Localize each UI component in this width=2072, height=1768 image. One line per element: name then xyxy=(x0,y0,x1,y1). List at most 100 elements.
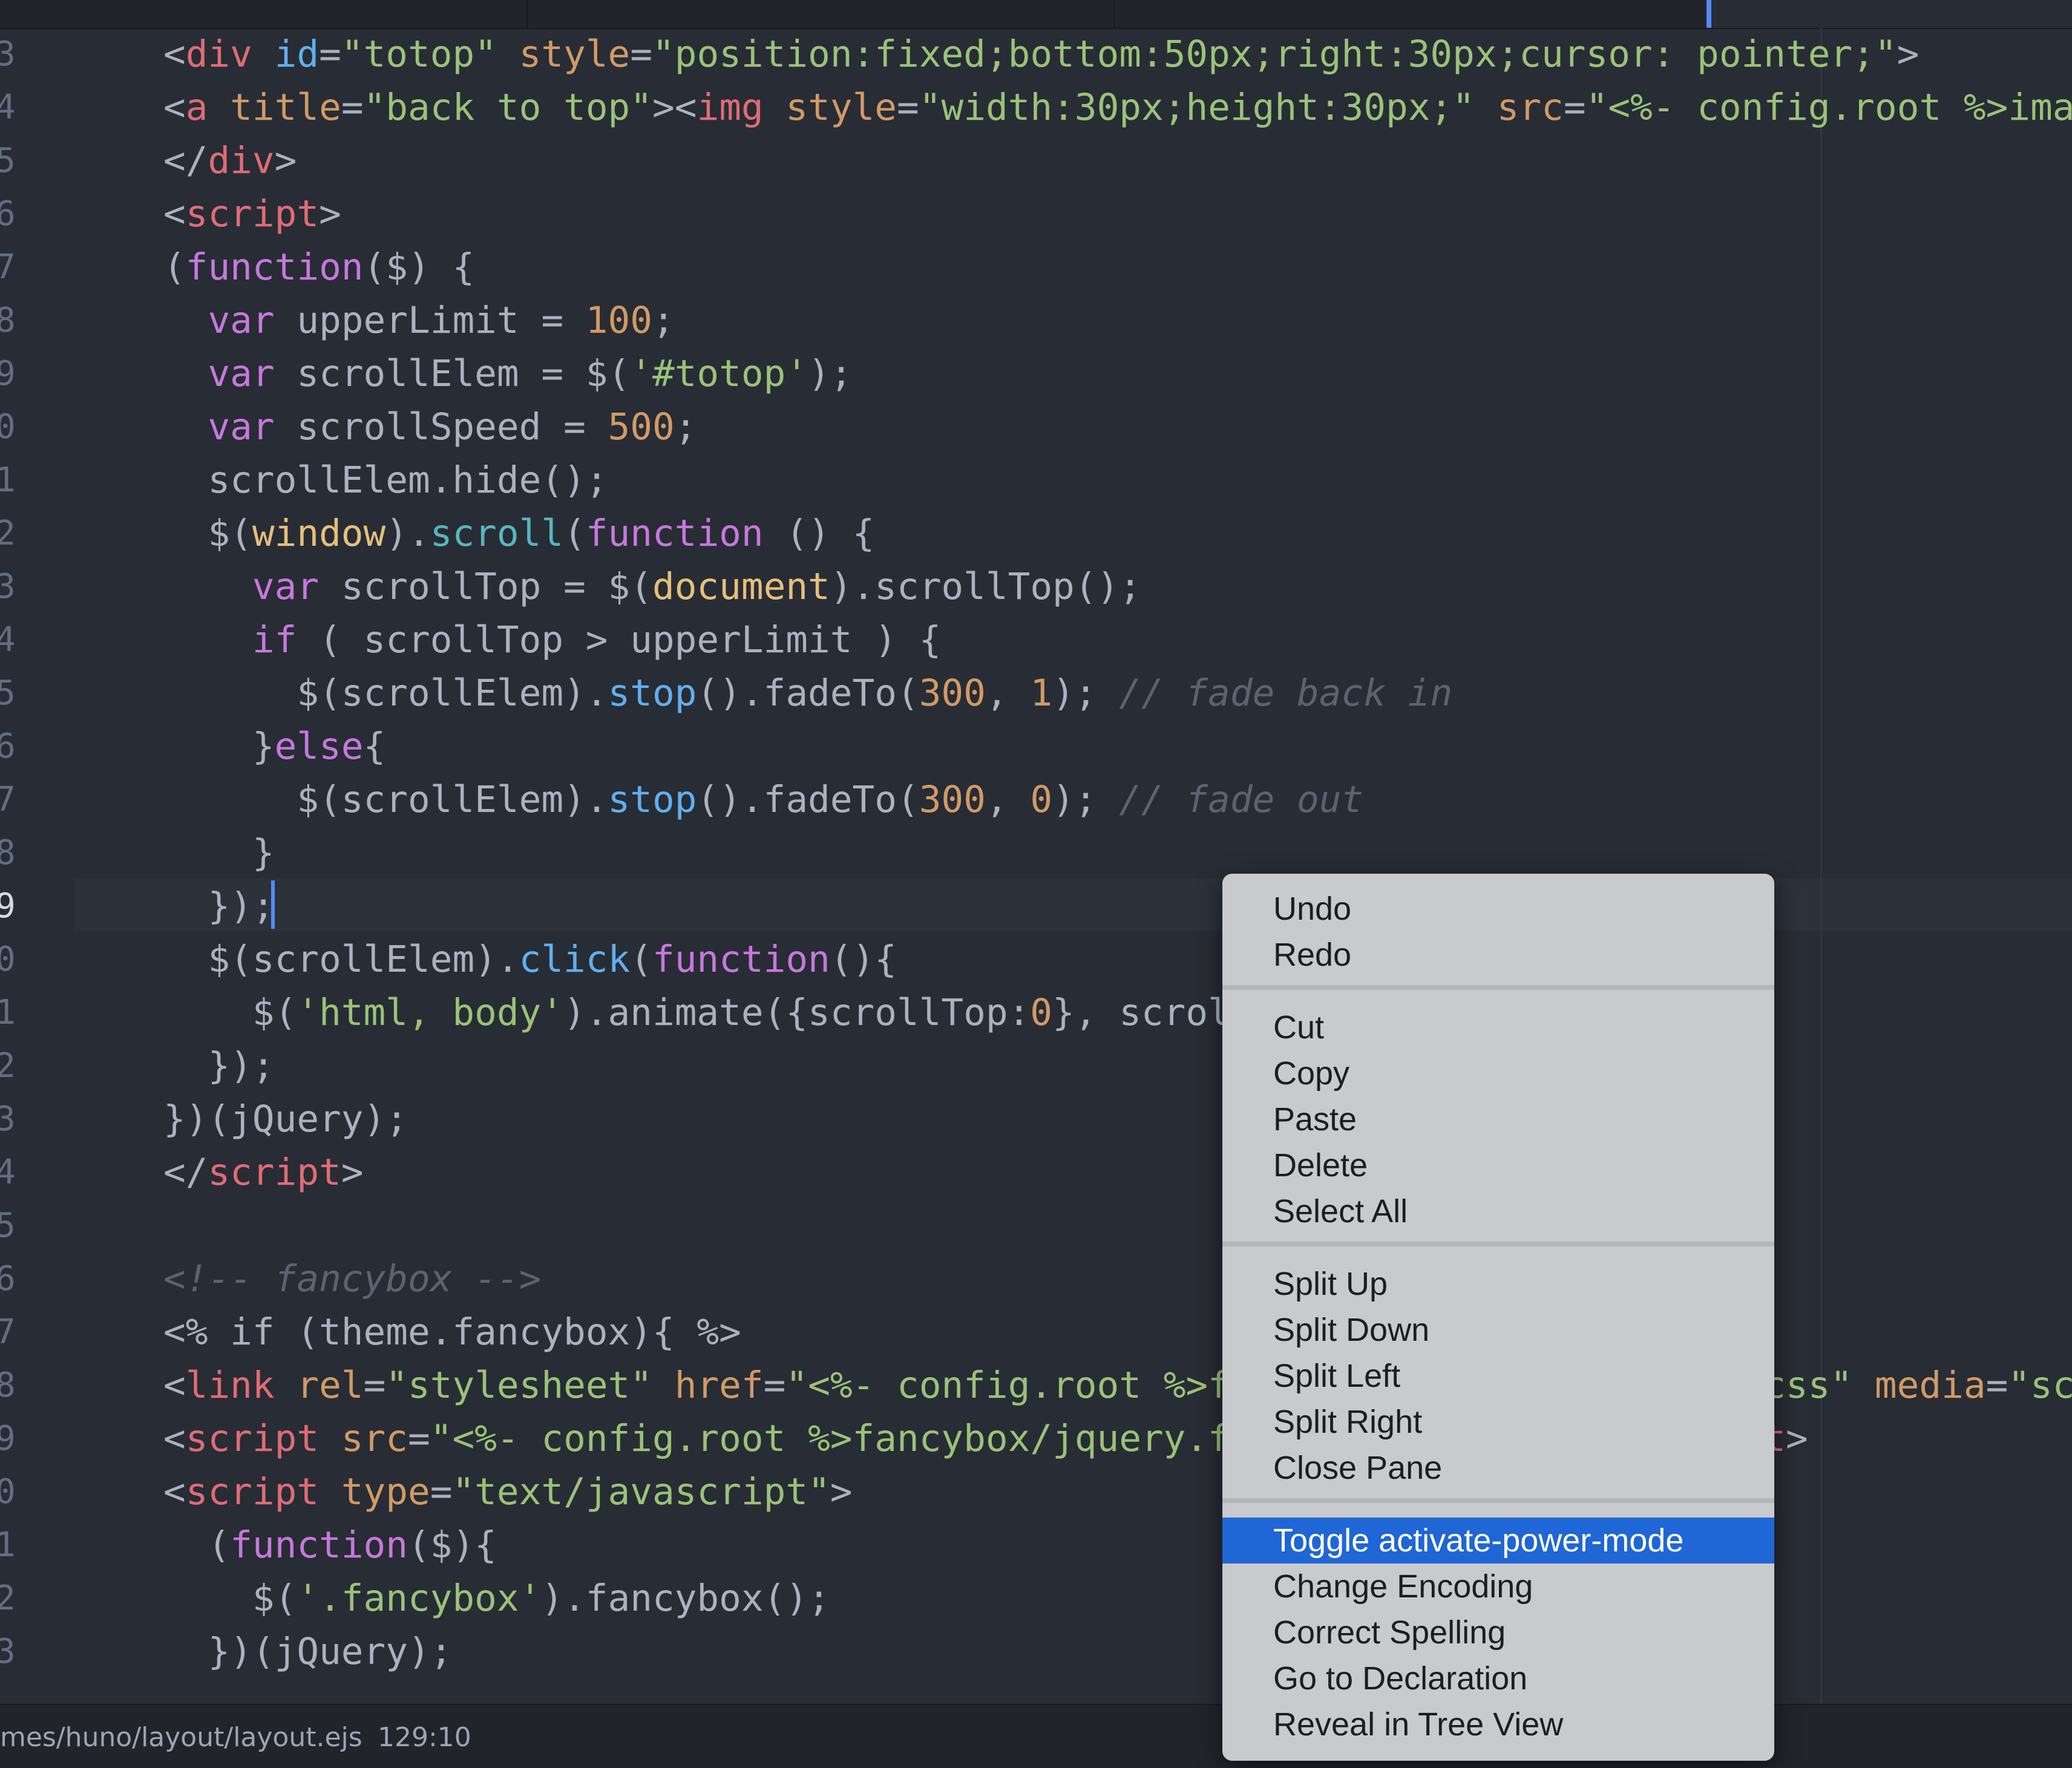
code-line[interactable]: var scrollTop = $(document).scrollTop(); xyxy=(163,560,1141,614)
code-token: ). xyxy=(385,512,430,555)
code-line[interactable]: $(scrollElem).click(function(){ xyxy=(163,933,897,986)
code-line[interactable]: })(jQuery); xyxy=(163,1625,452,1678)
file-path[interactable]: mes/huno/layout/layout.ejs xyxy=(0,1722,362,1753)
menu-item-close-pane[interactable]: Close Pane xyxy=(1222,1445,1774,1491)
code-line[interactable]: } xyxy=(163,827,275,880)
menu-item-cut[interactable]: Cut xyxy=(1222,1004,1774,1050)
code-token: div xyxy=(208,139,275,182)
line-number: 3 xyxy=(0,1632,16,1671)
code-line[interactable]: var scrollElem = $('#totop'); xyxy=(163,347,852,401)
code-token: </ xyxy=(163,1151,208,1194)
line-number: 5 xyxy=(0,1206,16,1245)
code-token: $( xyxy=(163,512,252,555)
menu-item-paste[interactable]: Paste xyxy=(1222,1096,1774,1142)
tab-2[interactable] xyxy=(526,0,1115,28)
line-number: 1 xyxy=(0,460,16,500)
code-token: <!-- fancybox --> xyxy=(163,1257,542,1300)
code-token: ($) { xyxy=(363,246,475,289)
code-token: src xyxy=(1497,86,1564,129)
menu-item-toggle-activate-power-mode[interactable]: Toggle activate-power-mode xyxy=(1222,1518,1774,1563)
code-line[interactable]: $(window).scroll(function () { xyxy=(163,507,874,560)
code-token: }); xyxy=(163,1044,275,1087)
code-line[interactable]: var upperLimit = 100; xyxy=(163,294,674,347)
code-token: >< xyxy=(652,86,697,129)
code-line[interactable]: <!-- fancybox --> xyxy=(163,1252,541,1306)
code-line[interactable]: $('html, body').animate({scrollTop:0}, s… xyxy=(163,986,1253,1040)
code-token: "position:fixed;bottom:50px;right:30px;c… xyxy=(652,33,1897,76)
code-line[interactable]: }); xyxy=(163,1040,275,1093)
code-token: ).animate({scrollTop: xyxy=(563,991,1031,1034)
code-token: style xyxy=(785,86,897,129)
line-number: 0 xyxy=(0,1472,16,1511)
code-token: href xyxy=(674,1364,764,1407)
code-token: title xyxy=(230,86,341,129)
code-token: "back to top" xyxy=(363,86,653,129)
line-number: 4 xyxy=(0,1153,16,1192)
code-token: = xyxy=(363,1364,386,1407)
code-token: div xyxy=(185,33,252,76)
code-token: < xyxy=(163,1470,186,1513)
code-token: upperLimit = xyxy=(274,299,586,342)
code-token: ); xyxy=(1052,672,1120,715)
menu-item-split-up[interactable]: Split Up xyxy=(1222,1261,1774,1307)
code-token: , xyxy=(985,672,1031,715)
text-cursor xyxy=(271,880,275,929)
code-line[interactable]: <link rel="stylesheet" href="<%- config.… xyxy=(163,1359,2072,1412)
code-token: = xyxy=(763,1364,786,1407)
code-token: stop xyxy=(608,672,697,715)
line-number: 4 xyxy=(0,88,16,127)
menu-item-reveal-in-tree-view[interactable]: Reveal in Tree View xyxy=(1222,1701,1774,1747)
code-line[interactable]: (function($) { xyxy=(163,241,474,294)
code-token: > xyxy=(341,1151,364,1194)
code-line[interactable]: })(jQuery); xyxy=(163,1093,408,1146)
line-number: 2 xyxy=(0,514,16,553)
code-line[interactable]: $(scrollElem).stop().fadeTo(300, 1); // … xyxy=(163,667,1452,720)
tab-active[interactable] xyxy=(1706,0,2072,28)
code-line[interactable]: <a title="back to top"><img style="width… xyxy=(163,81,2072,134)
code-token: = xyxy=(630,33,653,76)
menu-item-split-down[interactable]: Split Down xyxy=(1222,1307,1774,1353)
code-line[interactable]: if ( scrollTop > upperLimit ) { xyxy=(163,614,941,667)
menu-item-correct-spelling[interactable]: Correct Spelling xyxy=(1222,1609,1774,1655)
code-line[interactable]: }); xyxy=(163,880,274,933)
code-line[interactable]: <script> xyxy=(163,188,341,241)
code-line[interactable]: }else{ xyxy=(163,720,385,773)
code-token: = xyxy=(430,1470,453,1513)
code-token: // fade back in xyxy=(1119,672,1453,715)
code-token: stop xyxy=(608,778,697,821)
code-token: { xyxy=(363,725,386,768)
menu-item-redo[interactable]: Redo xyxy=(1222,932,1774,978)
line-number: 8 xyxy=(0,301,16,340)
line-number: 2 xyxy=(0,1046,16,1085)
code-token: ( xyxy=(163,246,186,289)
code-line[interactable]: </script> xyxy=(163,1146,364,1199)
code-token: var xyxy=(252,565,320,608)
code-token: script xyxy=(185,1470,320,1513)
tab-1[interactable] xyxy=(0,0,528,28)
menu-item-undo[interactable]: Undo xyxy=(1222,886,1774,932)
menu-item-change-encoding[interactable]: Change Encoding xyxy=(1222,1563,1774,1609)
code-line[interactable]: $(scrollElem).stop().fadeTo(300, 0); // … xyxy=(163,773,1363,827)
code-line[interactable]: </div> xyxy=(163,134,297,188)
menu-item-copy[interactable]: Copy xyxy=(1222,1050,1774,1096)
code-line[interactable]: <div id="totop" style="position:fixed;bo… xyxy=(163,28,1919,81)
code-line[interactable]: (function($){ xyxy=(163,1519,496,1572)
code-token: script xyxy=(185,1417,320,1460)
code-line[interactable]: <script type="text/javascript"> xyxy=(163,1465,853,1519)
code-line[interactable]: scrollElem.hide(); xyxy=(163,454,608,507)
menu-item-go-to-declaration[interactable]: Go to Declaration xyxy=(1222,1655,1774,1701)
code-token: '.fancybox' xyxy=(297,1577,542,1620)
cursor-position[interactable]: 129:10 xyxy=(378,1722,471,1753)
menu-item-select-all[interactable]: Select All xyxy=(1222,1188,1774,1234)
code-token: > xyxy=(274,139,297,182)
line-number: 8 xyxy=(0,1366,16,1405)
menu-item-split-right[interactable]: Split Right xyxy=(1222,1399,1774,1445)
menu-item-split-left[interactable]: Split Left xyxy=(1222,1353,1774,1399)
code-token: = xyxy=(1563,86,1586,129)
code-line[interactable]: <% if (theme.fancybox){ %> xyxy=(163,1306,741,1359)
code-line[interactable]: var scrollSpeed = 500; xyxy=(163,401,697,454)
code-line[interactable]: $('.fancybox').fancybox(); xyxy=(163,1572,830,1625)
menu-item-delete[interactable]: Delete xyxy=(1222,1142,1774,1188)
